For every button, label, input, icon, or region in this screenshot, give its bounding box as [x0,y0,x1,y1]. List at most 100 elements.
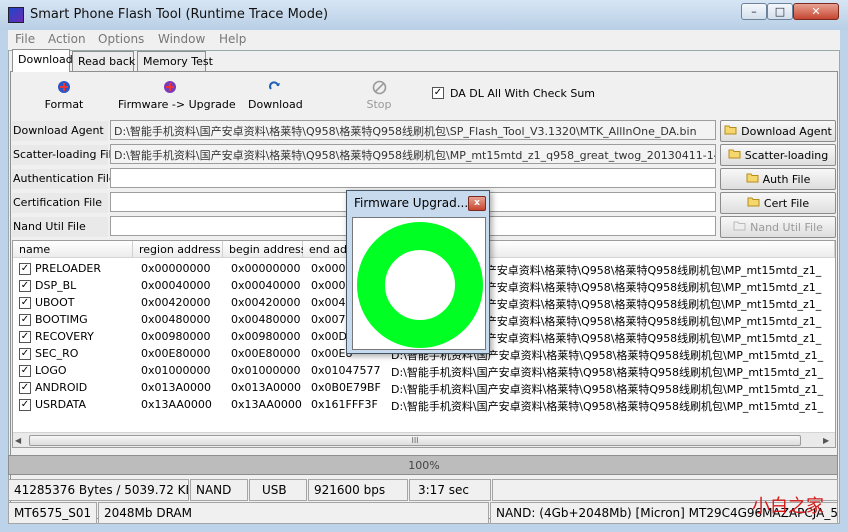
col-name[interactable]: name [13,241,133,258]
row-begin-address: 0x00000000 [231,262,301,275]
download-agent-button[interactable]: Download Agent [720,120,836,142]
row-region-address: 0x13AA0000 [141,398,212,411]
row-checkbox[interactable]: ✓ [19,348,31,360]
folder-icon [728,148,741,162]
progress-ring [357,222,483,348]
row-checkbox[interactable]: ✓ [19,382,31,394]
menu-window[interactable]: Window [158,32,205,46]
row-checkbox[interactable]: ✓ [19,314,31,326]
scatter-file-path[interactable]: D:\智能手机资料\国产安卓资料\格莱特\Q958\格莱特Q958线刷机包\MP… [110,144,716,164]
scroll-thumb[interactable]: III [29,435,801,446]
download-agent-path[interactable]: D:\智能手机资料\国产安卓资料\格莱特\Q958\格莱特Q958线刷机包\SP… [110,120,716,140]
row-begin-address: 0x00980000 [231,330,301,343]
stop-icon [364,80,394,95]
status-dram: 2048Mb DRAM [98,502,489,524]
cert-file-button-label: Cert File [763,196,810,210]
row-checkbox[interactable]: ✓ [19,365,31,377]
row-file-path: D:\智能手机资料\国产安卓资料\格莱特\Q958\格莱特Q958线刷机包\MP… [391,366,824,379]
row-file-path: D:\智能手机资料\国产安卓资料\格莱特\Q958\格莱特Q958线刷机包\MP… [391,400,824,413]
row-name: LOGO [35,364,67,377]
menu-action[interactable]: Action [48,32,86,46]
download-icon [248,80,302,95]
row-name: ANDROID [35,381,88,394]
format-button[interactable]: Format [44,80,84,112]
row-name: BOOTIMG [35,313,88,326]
table-row[interactable]: ✓ ANDROID 0x013A0000 0x013A0000 0x0B0E79BF D:… [13,380,835,397]
row-checkbox[interactable]: ✓ [19,399,31,411]
scatter-loading-button[interactable]: Scatter-loading [720,144,836,166]
row-begin-address: 0x013A0000 [231,381,302,394]
nand-util-label: Nand Util File [12,217,108,237]
download-agent-label: Download Agent [12,121,108,141]
row-name: UBOOT [35,296,75,309]
nand-util-button[interactable]: Nand Util File [720,216,836,238]
firmware-upgrade-icon [118,80,222,95]
folder-icon [746,172,759,186]
row-begin-address: 0x00420000 [231,296,301,309]
row-checkbox[interactable]: ✓ [19,280,31,292]
close-button[interactable]: ✕ [793,3,839,20]
row-name: PRELOADER [35,262,102,275]
table-row[interactable]: ✓ LOGO 0x01000000 0x01000000 0x01047577 D:\智能… [13,363,835,380]
row-region-address: 0x013A0000 [141,381,212,394]
download-button[interactable]: Download [248,80,303,112]
dialog-close-button[interactable]: x [468,196,486,211]
col-begin-address[interactable]: begin address [223,241,306,258]
firmware-upgrade-label: Firmware -> Upgrade [118,98,236,111]
menu-help[interactable]: Help [219,32,246,46]
folder-icon [747,196,760,210]
row-region-address: 0x00000000 [141,262,211,275]
row-checkbox[interactable]: ✓ [19,297,31,309]
stop-button[interactable]: Stop [364,80,394,112]
row-checkbox[interactable]: ✓ [19,331,31,343]
status-chip: MT6575_S01 [8,502,97,524]
auth-file-button[interactable]: Auth File [720,168,836,190]
row-begin-address: 0x01000000 [231,364,301,377]
status-baud: 921600 bps [308,479,408,501]
dialog-title: Firmware Upgrad... [354,196,469,210]
progress-bar: 100% [8,455,838,475]
row-begin-address: 0x00480000 [231,313,301,326]
tab-read-back[interactable]: Read back [72,51,135,71]
download-agent-button-label: Download Agent [741,124,832,138]
row-begin-address: 0x00040000 [231,279,301,292]
format-icon [44,80,84,95]
auth-file-label: Authentication File [12,169,116,189]
menu-options[interactable]: Options [98,32,144,46]
window-title: Smart Phone Flash Tool (Runtime Trace Mo… [30,7,329,22]
tab-download[interactable]: Download [12,49,73,72]
download-label: Download [248,98,303,111]
maximize-button[interactable]: □ [767,3,793,20]
cert-file-button[interactable]: Cert File [720,192,836,214]
table-row[interactable]: ✓ USRDATA 0x13AA0000 0x13AA0000 0x161FFF3F D:… [13,397,835,414]
folder-icon [733,220,746,234]
progress-text: 100% [408,459,440,472]
tab-memory-test[interactable]: Memory Test [137,51,213,71]
scroll-right-icon[interactable]: ▶ [823,436,829,445]
checksum-label: DA DL All With Check Sum [450,87,596,100]
auth-file-path[interactable] [110,168,716,188]
status-storage: NAND [190,479,248,501]
row-region-address: 0x00E80000 [141,347,211,360]
row-region-address: 0x01000000 [141,364,211,377]
row-begin-address: 0x00E80000 [231,347,301,360]
firmware-upgrade-button[interactable]: Firmware -> Upgrade [118,80,236,112]
scroll-left-icon[interactable]: ◀ [15,436,21,445]
minimize-button[interactable]: – [741,3,767,20]
status-port: USB [249,479,307,501]
checksum-checkbox[interactable]: ✓ [432,87,444,99]
row-checkbox[interactable]: ✓ [19,263,31,275]
row-begin-address: 0x13AA0000 [231,398,302,411]
col-region-address[interactable]: region address [133,241,223,258]
menu-file[interactable]: File [15,32,35,46]
row-region-address: 0x00480000 [141,313,211,326]
folder-icon [724,124,737,138]
app-icon [8,7,24,23]
row-end-address: 0x161FFF3F [311,398,378,411]
row-end-address: 0x0B0E79BF [311,381,381,394]
row-region-address: 0x00980000 [141,330,211,343]
watermark-text: 小白之家 [752,496,824,517]
row-file-path: D:\智能手机资料\国产安卓资料\格莱特\Q958\格莱特Q958线刷机包\MP… [391,383,824,396]
nand-util-button-label: Nand Util File [750,220,823,234]
horizontal-scrollbar[interactable]: ◀ III ▶ [13,432,835,447]
